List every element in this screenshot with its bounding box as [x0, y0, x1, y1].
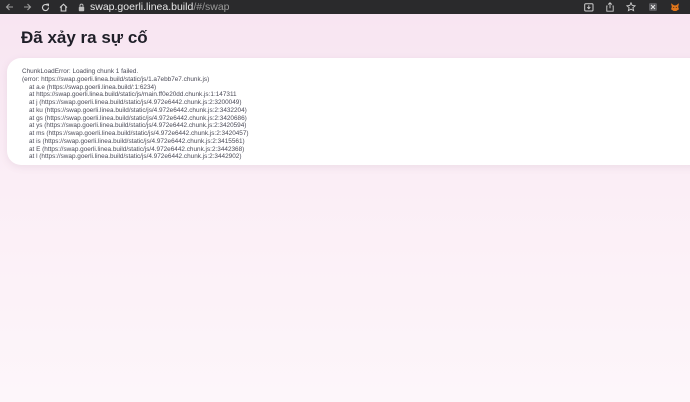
lock-icon[interactable] — [78, 3, 85, 12]
extension-icon[interactable] — [648, 2, 658, 12]
stack-frame: at is (https://swap.goerli.linea.build/s… — [29, 137, 245, 145]
error-message: ChunkLoadError: Loading chunk 1 failed. — [22, 68, 139, 75]
stack-frame: at l (https://swap.goerli.linea.build/st… — [29, 153, 242, 161]
url-path: /#/swap — [193, 1, 230, 13]
stack-frame: at gs (https://swap.goerli.linea.build/s… — [29, 114, 247, 122]
share-icon[interactable] — [606, 2, 614, 12]
address-bar[interactable]: swap.goerli.linea.build /#/swap — [78, 0, 230, 14]
stack-frame: at ys (https://swap.goerli.linea.build/s… — [29, 122, 247, 130]
error-source: (error: https://swap.goerli.linea.build/… — [22, 75, 210, 83]
toolbar-actions — [584, 0, 680, 14]
bookmark-star-icon[interactable] — [626, 2, 636, 12]
home-icon[interactable] — [54, 0, 72, 14]
browser-toolbar: swap.goerli.linea.build /#/swap — [0, 0, 690, 14]
stack-frame: at https://swap.goerli.linea.build/stati… — [29, 91, 237, 99]
metamask-fox-icon[interactable] — [670, 2, 680, 12]
back-icon[interactable] — [0, 0, 18, 14]
stack-frame: at ku (https://swap.goerli.linea.build/s… — [29, 106, 247, 114]
url-host: swap.goerli.linea.build — [90, 1, 194, 13]
stack-frame: at j (https://swap.goerli.linea.build/st… — [29, 99, 242, 106]
reload-icon[interactable] — [36, 0, 54, 14]
stack-frame: at E (https://swap.goerli.linea.build/st… — [29, 145, 245, 153]
stack-frame: at a.e (https://swap.goerli.linea.build/… — [29, 83, 157, 91]
error-stack-trace: ChunkLoadError: Loading chunk 1 failed. … — [22, 68, 249, 161]
forward-icon[interactable] — [18, 0, 36, 14]
page-title: Đã xảy ra sự cố — [21, 28, 148, 47]
install-app-icon[interactable] — [584, 2, 594, 12]
stack-frame: at ms (https://swap.goerli.linea.build/s… — [29, 130, 249, 137]
